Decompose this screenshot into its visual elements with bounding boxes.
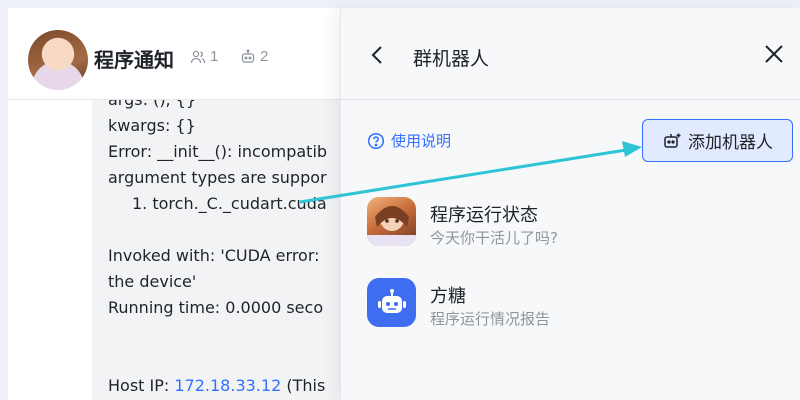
bot-desc: 程序运行情况报告 <box>430 310 551 328</box>
bot-count[interactable]: 2 <box>240 48 268 65</box>
message-line: Invoked with: 'CUDA error: <box>108 246 320 265</box>
member-count[interactable]: 1 <box>190 48 218 65</box>
bot-avatar-robot <box>367 278 416 327</box>
message-line: the device' <box>108 272 197 291</box>
message-line: Running time: 0.0000 seco <box>108 298 324 317</box>
message-line: argument types are suppor <box>108 168 327 187</box>
bot-desc: 今天你干活儿了吗? <box>430 229 558 247</box>
robot-icon <box>241 49 255 63</box>
bot-item-status[interactable]: 程序运行状态 今天你干活儿了吗? <box>367 197 787 253</box>
help-link-label: 使用说明 <box>391 132 452 150</box>
member-count-value: 1 <box>210 48 219 65</box>
bot-name: 方糖 <box>430 286 466 307</box>
panel-header: 群机器人 <box>341 8 800 100</box>
group-bots-panel: 群机器人 使用说明 添加机器人 程序运行状态 今天你干活儿了吗? 方糖 程序运行… <box>340 8 800 400</box>
group-avatar[interactable] <box>28 30 88 90</box>
message-line: 1. torch._C._cudart.cuda <box>132 194 327 213</box>
group-name: 程序通知 <box>94 48 174 72</box>
bot-name: 程序运行状态 <box>430 205 538 226</box>
host-ip-note: (This <box>286 376 326 395</box>
anime-avatar-image <box>367 206 416 246</box>
add-bot-button-label: 添加机器人 <box>688 133 773 153</box>
message-line-partial: args: (), {} <box>108 100 196 109</box>
robot-face-icon <box>377 288 406 313</box>
bot-avatar-anime <box>367 197 416 246</box>
help-circle-icon <box>367 132 385 149</box>
back-arrow-icon[interactable] <box>367 44 389 66</box>
bot-count-value: 2 <box>260 48 269 65</box>
host-ip-link[interactable]: 172.18.33.12 <box>174 376 281 395</box>
add-robot-icon <box>664 133 681 148</box>
panel-title: 群机器人 <box>413 48 490 70</box>
message-line: Error: __init__(): incompatib <box>108 142 328 161</box>
message-bubble: args: (), {} kwargs: {} Error: __init__(… <box>92 100 352 400</box>
add-bot-button[interactable]: 添加机器人 <box>642 119 793 162</box>
host-ip-line: Host IP: 172.18.33.12 (This <box>108 376 325 395</box>
host-ip-label: Host IP: <box>108 376 170 395</box>
close-icon[interactable] <box>762 42 786 66</box>
bot-item-fangtang[interactable]: 方糖 程序运行情况报告 <box>367 278 787 334</box>
members-icon <box>190 50 206 63</box>
message-line: kwargs: {} <box>108 116 196 135</box>
help-link[interactable]: 使用说明 <box>367 130 451 151</box>
